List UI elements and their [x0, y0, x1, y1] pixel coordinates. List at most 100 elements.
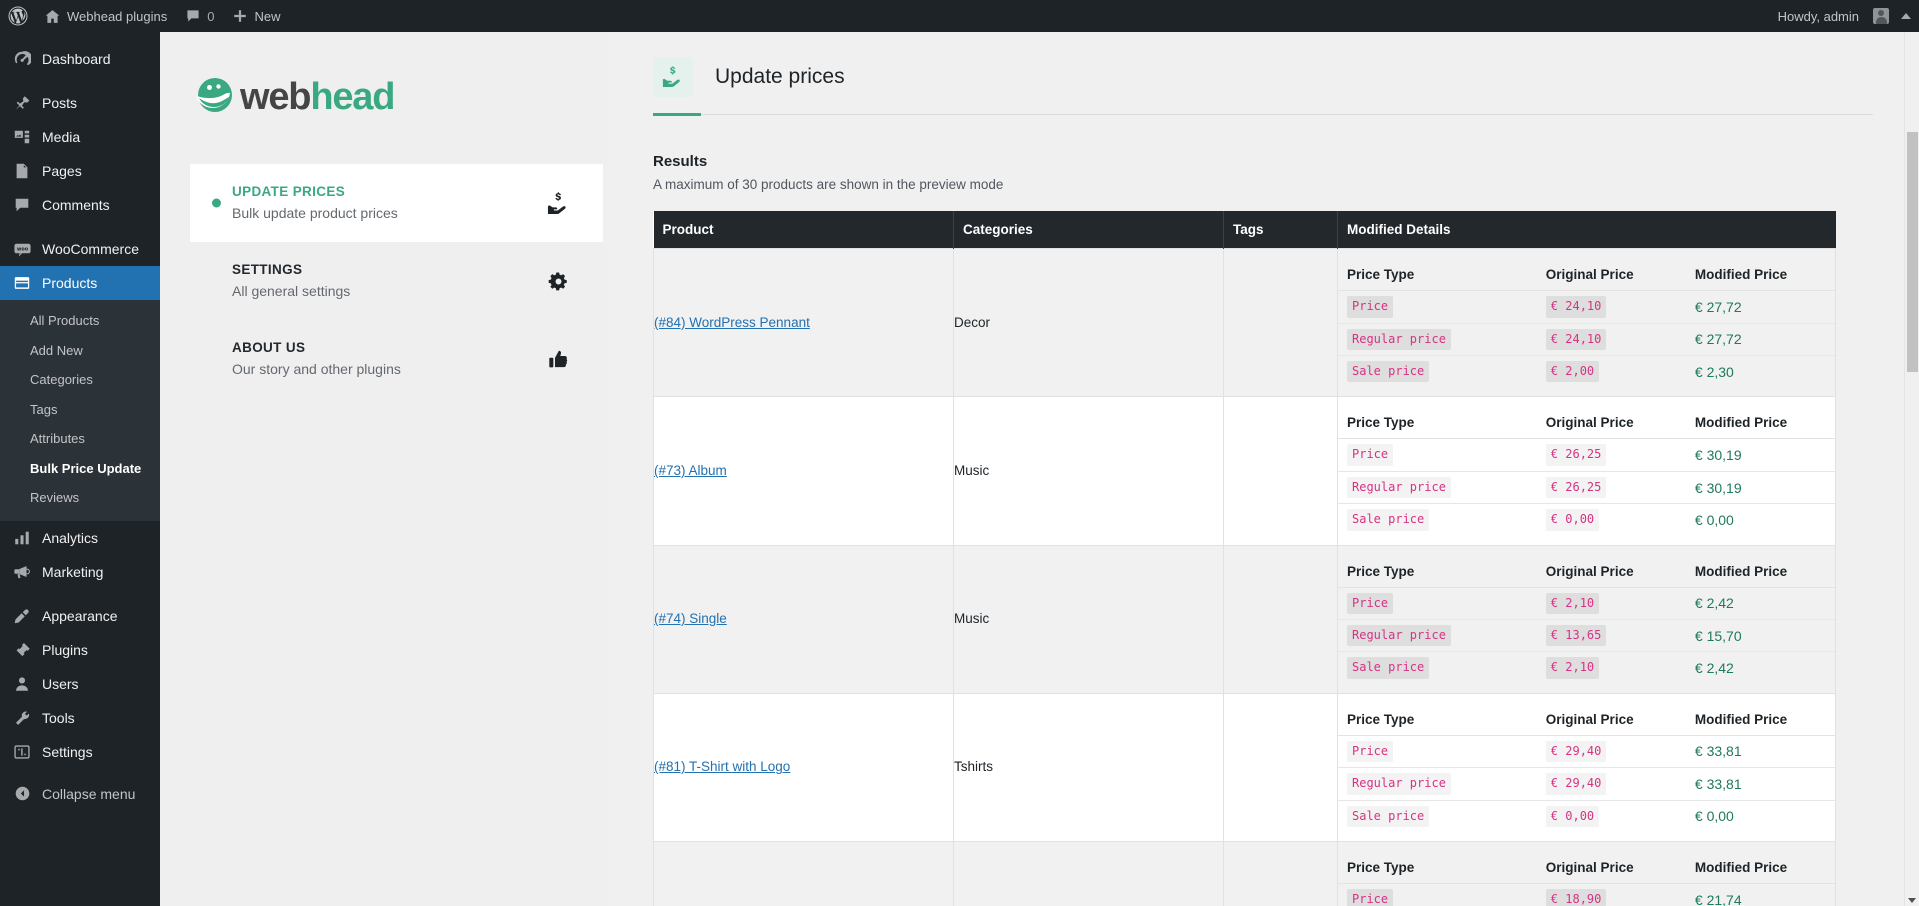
- detail-table-head: Price Type Original Price Modified Price: [1338, 702, 1835, 736]
- original-price-tag: € 29,40: [1545, 740, 1607, 763]
- new-content-button[interactable]: New: [223, 0, 289, 32]
- detail-cell-modified: € 33,81: [1685, 735, 1835, 769]
- sidebar-item-products[interactable]: Products: [0, 266, 160, 300]
- sidebar-item-plugins[interactable]: Plugins: [0, 633, 160, 667]
- main-content: Update prices Results A maximum of 30 pr…: [607, 32, 1919, 906]
- detail-header-modified-price: Modified Price: [1685, 554, 1835, 588]
- nav-card-update-prices[interactable]: UPDATE PRICES Bulk update product prices: [190, 164, 603, 242]
- submenu-item-categories[interactable]: Categories: [0, 365, 160, 395]
- sidebar-item-label: Appearance: [42, 607, 118, 624]
- detail-row: Price € 2,10 € 2,42: [1338, 587, 1835, 620]
- nav-card-title: ABOUT US: [232, 339, 306, 355]
- product-link[interactable]: (#74) Single: [654, 611, 727, 626]
- original-price-tag: € 26,25: [1545, 444, 1607, 466]
- detail-cell-modified: € 0,00: [1686, 800, 1835, 832]
- home-icon: [44, 8, 61, 25]
- cell-modified-details: Price Type Original Price Modified Price…: [1337, 840, 1836, 906]
- page-header: Update prices: [607, 32, 1919, 97]
- product-link[interactable]: (#81) T-Shirt with Logo: [654, 759, 790, 774]
- sidebar-item-label: Media: [42, 129, 81, 145]
- wordpress-logo-button[interactable]: [0, 0, 35, 32]
- detail-cell-original: € 2,10: [1537, 652, 1686, 684]
- detail-cell-original: € 29,40: [1536, 767, 1686, 801]
- nav-card-title: UPDATE PRICES: [232, 183, 346, 199]
- sidebar-item-label: Dashboard: [42, 51, 111, 67]
- site-name-button[interactable]: Webhead plugins: [35, 0, 176, 32]
- results-table-head: Product Categories Tags Modified Details: [653, 211, 1836, 249]
- sidebar-item-marketing[interactable]: Marketing: [0, 555, 160, 589]
- sidebar-item-media[interactable]: Media: [0, 120, 160, 154]
- sidebar-item-tools[interactable]: Tools: [0, 701, 160, 735]
- page-scrollbar[interactable]: [1904, 32, 1919, 906]
- detail-table-body: Price € 24,10 € 27,72 Regular price € 24…: [1338, 290, 1835, 388]
- sidebar-item-comments[interactable]: Comments: [0, 188, 160, 222]
- modified-price-value: € 21,74: [1694, 891, 1742, 906]
- modified-price-value: € 33,81: [1694, 775, 1742, 792]
- column-header-categories[interactable]: Categories: [953, 211, 1224, 249]
- cell-categories: Music: [953, 544, 1224, 694]
- sidebar-item-posts[interactable]: Posts: [0, 86, 160, 120]
- detail-cell-type: Sale price: [1338, 800, 1537, 832]
- detail-cell-modified: € 2,42: [1685, 587, 1835, 620]
- column-header-product[interactable]: Product: [653, 211, 954, 249]
- sidebar-item-woocommerce[interactable]: woo WooCommerce: [0, 232, 160, 266]
- original-price-tag: € 2,00: [1545, 361, 1600, 383]
- table-header-row: Product Categories Tags Modified Details: [653, 211, 1836, 249]
- modified-price-value: € 15,70: [1694, 627, 1742, 644]
- submenu-item-bulk-price-update[interactable]: Bulk Price Update: [0, 454, 160, 484]
- sidebar-item-dashboard[interactable]: Dashboard: [0, 42, 160, 76]
- sidebar-item-label: Products: [42, 275, 98, 291]
- price-type-tag: Sale price: [1347, 657, 1430, 679]
- detail-table: Price Type Original Price Modified Price…: [1338, 258, 1835, 387]
- results-table-body: (#84) WordPress Pennant Decor Price Type: [653, 248, 1836, 906]
- detail-cell-type: Price: [1338, 587, 1537, 620]
- column-header-modified-details[interactable]: Modified Details: [1337, 211, 1836, 249]
- my-account-button[interactable]: Howdy, admin: [1769, 0, 1891, 32]
- detail-cell-modified: € 15,70: [1685, 619, 1835, 653]
- price-type-tag: Regular price: [1347, 773, 1451, 795]
- cell-categories: Accessories: [953, 840, 1224, 906]
- cell-tags: [1223, 692, 1338, 842]
- detail-cell-type: Regular price: [1338, 471, 1537, 505]
- category-text: Music: [954, 463, 990, 478]
- column-header-tags[interactable]: Tags: [1223, 211, 1338, 249]
- nav-card-subtitle: All general settings: [232, 283, 351, 300]
- submenu-item-add-new[interactable]: Add New: [0, 336, 160, 366]
- sidebar-item-analytics[interactable]: Analytics: [0, 521, 160, 555]
- detail-cell-original: € 24,10: [1536, 323, 1686, 357]
- comments-bubble-button[interactable]: 0: [176, 0, 223, 32]
- sidebar-item-label: Comments: [42, 197, 110, 213]
- submenu-item-all-products[interactable]: All Products: [0, 306, 160, 336]
- chevron-up-icon[interactable]: [1901, 13, 1911, 19]
- table-row: (#82) Beanie with Logo Accessories Price…: [653, 840, 1836, 906]
- modified-price-value: € 0,00: [1694, 511, 1734, 528]
- sidebar-item-appearance[interactable]: Appearance: [0, 599, 160, 633]
- cell-product: (#84) WordPress Pennant: [653, 248, 954, 398]
- original-price-tag: € 0,00: [1545, 805, 1600, 827]
- cell-product: (#82) Beanie with Logo: [653, 840, 954, 906]
- collapse-menu-button[interactable]: Collapse menu: [0, 777, 160, 811]
- submenu-item-reviews[interactable]: Reviews: [0, 483, 160, 513]
- detail-header-price-type: Price Type: [1338, 406, 1537, 440]
- product-link[interactable]: (#73) Album: [654, 463, 727, 478]
- submenu-item-attributes[interactable]: Attributes: [0, 424, 160, 454]
- admin-bar: Webhead plugins 0 New Howdy, admin: [0, 0, 1919, 32]
- nav-card-about-us[interactable]: ABOUT US Our story and other plugins: [190, 320, 603, 398]
- collapse-menu-label: Collapse menu: [42, 785, 136, 802]
- scrollbar-down-arrow-icon[interactable]: [1908, 898, 1916, 903]
- logo-word-head: head: [310, 76, 395, 118]
- nav-card-settings[interactable]: SETTINGS All general settings: [190, 242, 603, 320]
- detail-row: Price € 29,40 € 33,81: [1338, 735, 1835, 769]
- results-table: Product Categories Tags Modified Details…: [653, 211, 1836, 906]
- submenu-item-tags[interactable]: Tags: [0, 395, 160, 425]
- sidebar-item-pages[interactable]: Pages: [0, 154, 160, 188]
- sidebar-item-users[interactable]: Users: [0, 667, 160, 701]
- cell-modified-details: Price Type Original Price Modified Price…: [1337, 544, 1836, 694]
- sidebar-item-settings[interactable]: Settings: [0, 735, 160, 769]
- admin-bar-right: Howdy, admin: [1769, 0, 1919, 32]
- detail-header-price-type: Price Type: [1338, 258, 1537, 292]
- modified-price-value: € 0,00: [1694, 808, 1734, 825]
- product-link[interactable]: (#84) WordPress Pennant: [654, 315, 810, 330]
- detail-cell-modified: € 30,19: [1685, 471, 1835, 505]
- scrollbar-thumb[interactable]: [1907, 132, 1918, 372]
